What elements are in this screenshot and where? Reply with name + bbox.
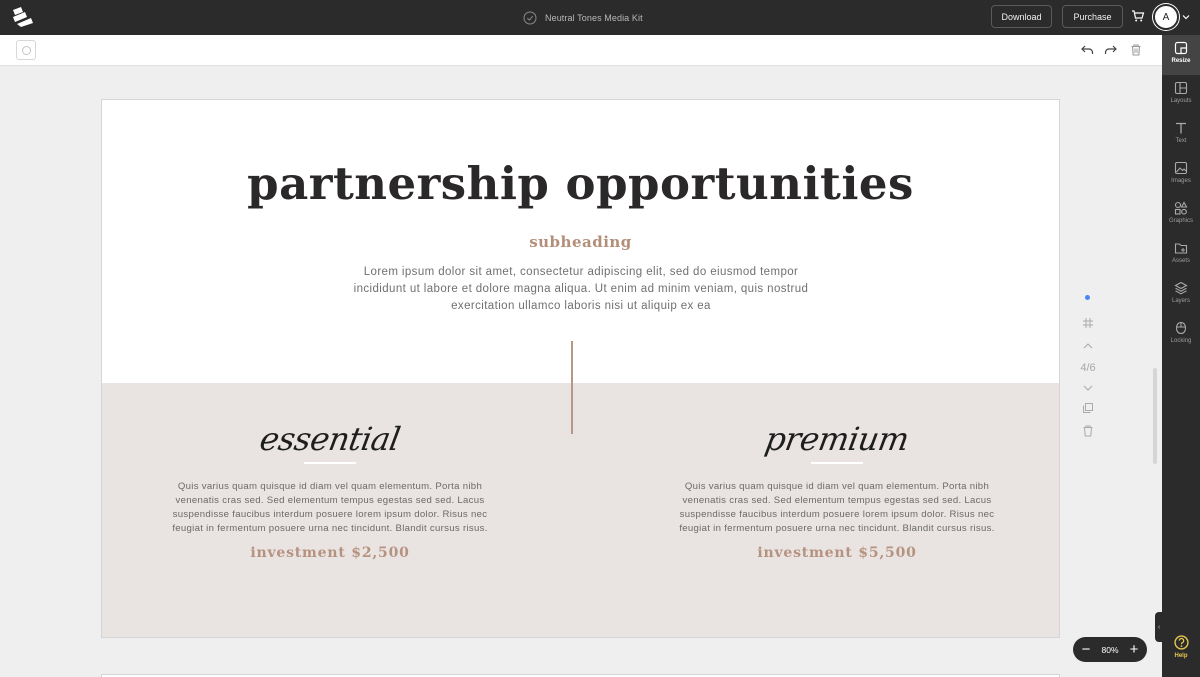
sidebar-item-layouts[interactable]: Layouts	[1162, 75, 1200, 115]
sidebar-item-label: Locking	[1170, 338, 1192, 344]
sidebar-item-locking[interactable]: Locking	[1162, 315, 1200, 355]
chevron-down-icon[interactable]	[1182, 13, 1190, 21]
package-name[interactable]: essential	[156, 418, 503, 460]
top-bar: Neutral Tones Media Kit Download Purchas…	[0, 0, 1200, 35]
background-color-swatch[interactable]	[16, 40, 36, 60]
zoom-level[interactable]: 80%	[1101, 645, 1118, 655]
document-title[interactable]: Neutral Tones Media Kit	[545, 13, 643, 23]
sidebar-item-layers[interactable]: Layers	[1162, 275, 1200, 315]
zoom-in-button[interactable]: +	[1128, 642, 1140, 657]
page-title[interactable]: partnership opportunities	[102, 157, 1059, 210]
sidebar-item-label: Text	[1175, 138, 1187, 144]
help-label: Help	[1174, 653, 1188, 659]
duplicate-icon[interactable]	[1081, 401, 1095, 415]
cart-icon[interactable]	[1131, 9, 1145, 23]
avatar[interactable]: A	[1153, 4, 1179, 30]
trash-icon[interactable]	[1081, 424, 1095, 438]
intro-paragraph[interactable]: Lorem ipsum dolor sit amet, consectetur …	[350, 264, 812, 315]
package-name[interactable]: premium	[663, 418, 1010, 460]
sidebar-item-label: Layouts	[1170, 98, 1192, 104]
package-premium: premium Quis varius quam quisque id diam…	[667, 418, 1007, 561]
help-button[interactable]: Help	[1162, 635, 1200, 667]
sidebar-item-label: Images	[1171, 178, 1191, 184]
package-price[interactable]: investment $5,500	[667, 545, 1007, 561]
graphics-icon	[1174, 201, 1188, 215]
undo-icon[interactable]	[1080, 43, 1094, 57]
help-icon	[1173, 635, 1189, 650]
sidebar-item-label: Layers	[1171, 298, 1190, 304]
sidebar-item-resize[interactable]: Resize	[1162, 35, 1200, 75]
editor-toolbar	[0, 35, 1162, 66]
locking-icon	[1175, 321, 1187, 335]
layers-icon	[1174, 281, 1188, 295]
collapse-sidebar-tab[interactable]: ‹	[1155, 612, 1163, 642]
package-description[interactable]: Quis varius quam quisque id diam vel qua…	[667, 480, 1007, 536]
sidebar-item-label: Assets	[1171, 258, 1190, 264]
layouts-icon	[1174, 81, 1188, 95]
chevron-down-icon[interactable]	[1081, 381, 1095, 395]
sidebar-item-label: Graphics	[1168, 218, 1193, 224]
purchase-button[interactable]: Purchase	[1062, 5, 1123, 28]
sidebar-item-images[interactable]: Images	[1162, 155, 1200, 195]
page-counter: 4/6	[1080, 362, 1096, 374]
package-price[interactable]: investment $2,500	[160, 545, 500, 561]
zoom-control: − 80% +	[1073, 637, 1147, 662]
text-icon	[1176, 122, 1186, 134]
images-icon	[1174, 161, 1188, 175]
page-indicator-dot	[1085, 295, 1090, 300]
sidebar-item-graphics[interactable]: Graphics	[1162, 195, 1200, 235]
saved-check-icon	[523, 11, 537, 24]
right-sidebar: Resize Layouts Text Images Graphics Asse…	[1162, 35, 1200, 677]
design-page[interactable]: partnership opportunities subheading Lor…	[101, 99, 1060, 638]
document-title-group: Neutral Tones Media Kit	[523, 10, 643, 25]
zoom-out-button[interactable]: −	[1080, 642, 1092, 657]
chevron-up-icon[interactable]	[1081, 339, 1095, 353]
resize-icon	[1174, 41, 1188, 55]
vertical-divider[interactable]	[571, 341, 573, 434]
sidebar-item-assets[interactable]: Assets	[1162, 235, 1200, 275]
sidebar-item-label: Resize	[1171, 58, 1191, 64]
trash-icon[interactable]	[1129, 43, 1143, 57]
package-description[interactable]: Quis varius quam quisque id diam vel qua…	[160, 480, 500, 536]
redo-icon[interactable]	[1104, 43, 1118, 57]
page-subheading[interactable]: subheading	[102, 233, 1059, 251]
app-logo-icon[interactable]	[11, 6, 35, 28]
package-underline	[304, 462, 356, 464]
sidebar-item-text[interactable]: Text	[1162, 115, 1200, 155]
package-underline	[811, 462, 863, 464]
download-button[interactable]: Download	[991, 5, 1052, 28]
grid-icon[interactable]	[1081, 316, 1095, 330]
circle-icon	[21, 45, 31, 55]
vertical-scrollbar[interactable]	[1153, 368, 1157, 464]
package-essential: essential Quis varius quam quisque id di…	[160, 418, 500, 561]
assets-icon	[1174, 243, 1188, 254]
